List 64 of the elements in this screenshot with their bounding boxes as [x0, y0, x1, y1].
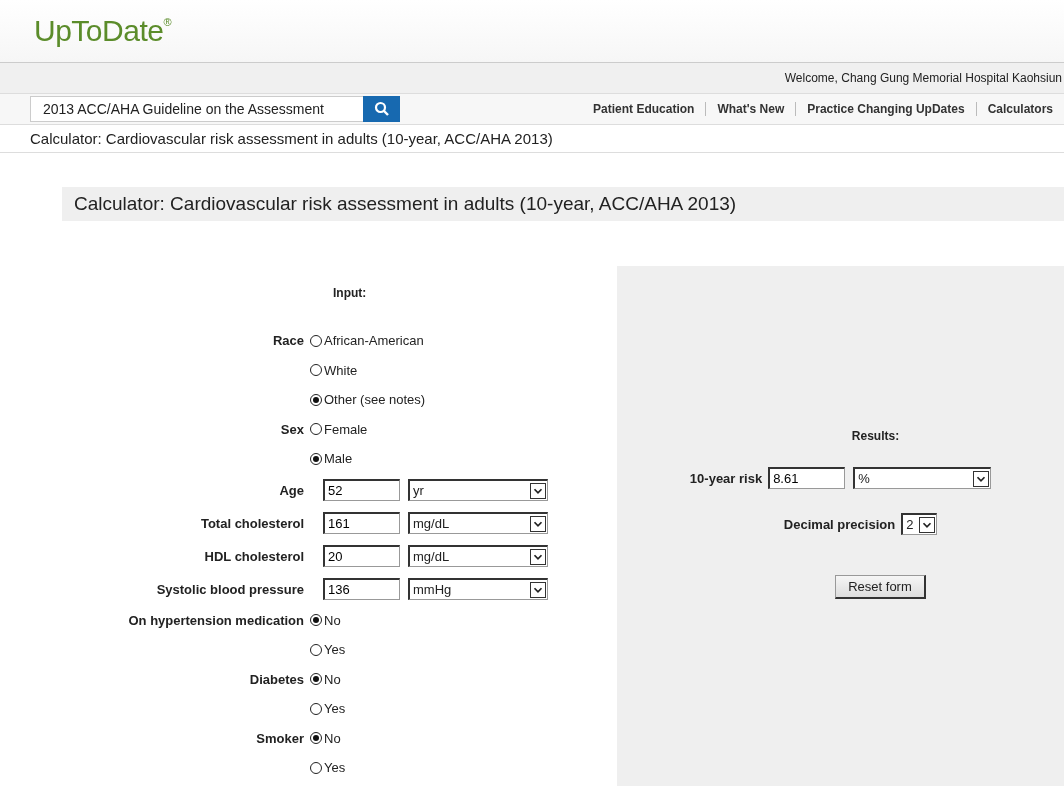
- number-field[interactable]: 161: [323, 512, 400, 534]
- unit-select[interactable]: mg/dL: [408, 512, 548, 534]
- field-label: Diabetes: [248, 671, 305, 687]
- radio-button[interactable]: [310, 452, 322, 465]
- option-label: Male: [324, 451, 353, 467]
- option-label: African-American: [324, 333, 424, 349]
- radio-button[interactable]: [310, 761, 322, 774]
- reset-button[interactable]: Reset form: [835, 575, 926, 599]
- radio-button[interactable]: [310, 364, 322, 377]
- radio-button[interactable]: [310, 334, 322, 347]
- option-label: Yes: [324, 642, 346, 658]
- field-label: Smoker: [255, 730, 305, 746]
- result-field[interactable]: 8.61: [768, 467, 846, 489]
- caret-icon: [919, 516, 936, 533]
- caret-icon: [530, 482, 546, 499]
- radio-button[interactable]: [310, 643, 322, 656]
- caret-icon: [973, 470, 990, 487]
- field-label: On hypertension medication: [127, 612, 305, 628]
- search-button[interactable]: [363, 96, 400, 122]
- unit-select[interactable]: mmHg: [408, 578, 548, 600]
- nav-link[interactable]: Calculators: [975, 102, 1064, 116]
- radio-button[interactable]: [310, 614, 322, 627]
- caret-icon: [530, 581, 546, 598]
- field-label: Sex: [279, 421, 305, 437]
- caret-icon: [530, 548, 546, 565]
- option-label: Yes: [324, 760, 346, 776]
- radio-button[interactable]: [310, 673, 322, 686]
- nav-link[interactable]: Patient Education: [582, 102, 706, 116]
- option-label: No: [324, 671, 341, 687]
- number-field[interactable]: 20: [323, 545, 400, 567]
- number-field[interactable]: 136: [323, 578, 400, 600]
- welcome-text: Welcome, Chang Gung Memorial Hospital Kaohsiun: [784, 71, 1062, 85]
- precision-select[interactable]: 2: [901, 513, 938, 535]
- search-icon: [373, 101, 390, 117]
- input-heading: Input:: [333, 285, 368, 302]
- caret-icon: [530, 515, 546, 532]
- unit-select[interactable]: %: [853, 467, 992, 489]
- option-label: Yes: [324, 701, 346, 717]
- option-label: No: [324, 730, 341, 746]
- radio-button[interactable]: [310, 423, 322, 436]
- unit-select[interactable]: mg/dL: [408, 545, 548, 567]
- number-field[interactable]: 52: [323, 479, 400, 501]
- option-label: No: [324, 612, 341, 628]
- field-label: Decimal precision: [783, 516, 897, 532]
- radio-button[interactable]: [310, 393, 322, 406]
- option-label: White: [324, 362, 358, 378]
- option-label: Female: [324, 421, 368, 437]
- logo[interactable]: UpToDate$^{®}$: [34, 14, 171, 48]
- unit-select[interactable]: yr: [408, 479, 548, 501]
- field-label: Race: [271, 333, 305, 349]
- option-label: Other (see notes): [324, 392, 426, 408]
- breadcrumb: Calculator: Cardiovascular risk assessment in adults (10-year, ACC/AHA 2013): [30, 130, 553, 147]
- field-label: Systolic blood pressure: [155, 581, 305, 597]
- page-title: Calculator: Cardiovascular risk assessment in adults (10-year, ACC/AHA 2013): [74, 193, 737, 215]
- nav-link[interactable]: Practice Changing UpDates: [795, 102, 976, 116]
- search-field[interactable]: 2013 ACC/AHA Guideline on the Assessment: [30, 96, 363, 122]
- field-label: 10-year risk: [689, 470, 764, 486]
- field-label: Total cholesterol: [199, 515, 305, 531]
- results-heading: Results:: [851, 429, 900, 443]
- radio-button[interactable]: [310, 732, 322, 745]
- field-label: HDL cholesterol: [203, 548, 305, 564]
- nav-link[interactable]: What's New: [705, 102, 796, 116]
- field-label: Age: [278, 482, 305, 498]
- radio-button[interactable]: [310, 702, 322, 715]
